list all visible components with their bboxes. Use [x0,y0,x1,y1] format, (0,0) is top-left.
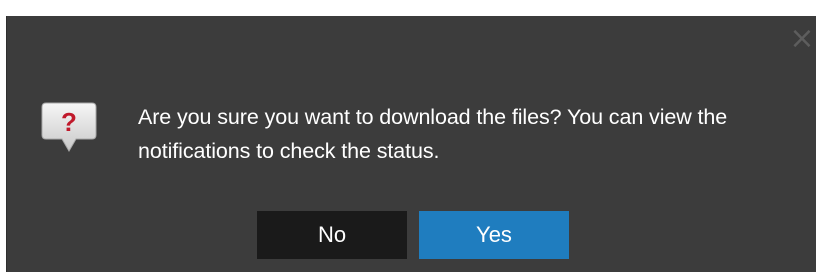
question-icon: ? [41,102,97,152]
close-icon[interactable]: × [788,24,816,54]
no-button[interactable]: No [257,211,407,259]
dialog-message: Are you sure you want to download the fi… [138,105,728,163]
question-mark-glyph: ? [61,107,77,137]
confirm-download-dialog: × ? Are you sure you want to download th… [6,16,816,272]
yes-button[interactable]: Yes [419,211,569,259]
